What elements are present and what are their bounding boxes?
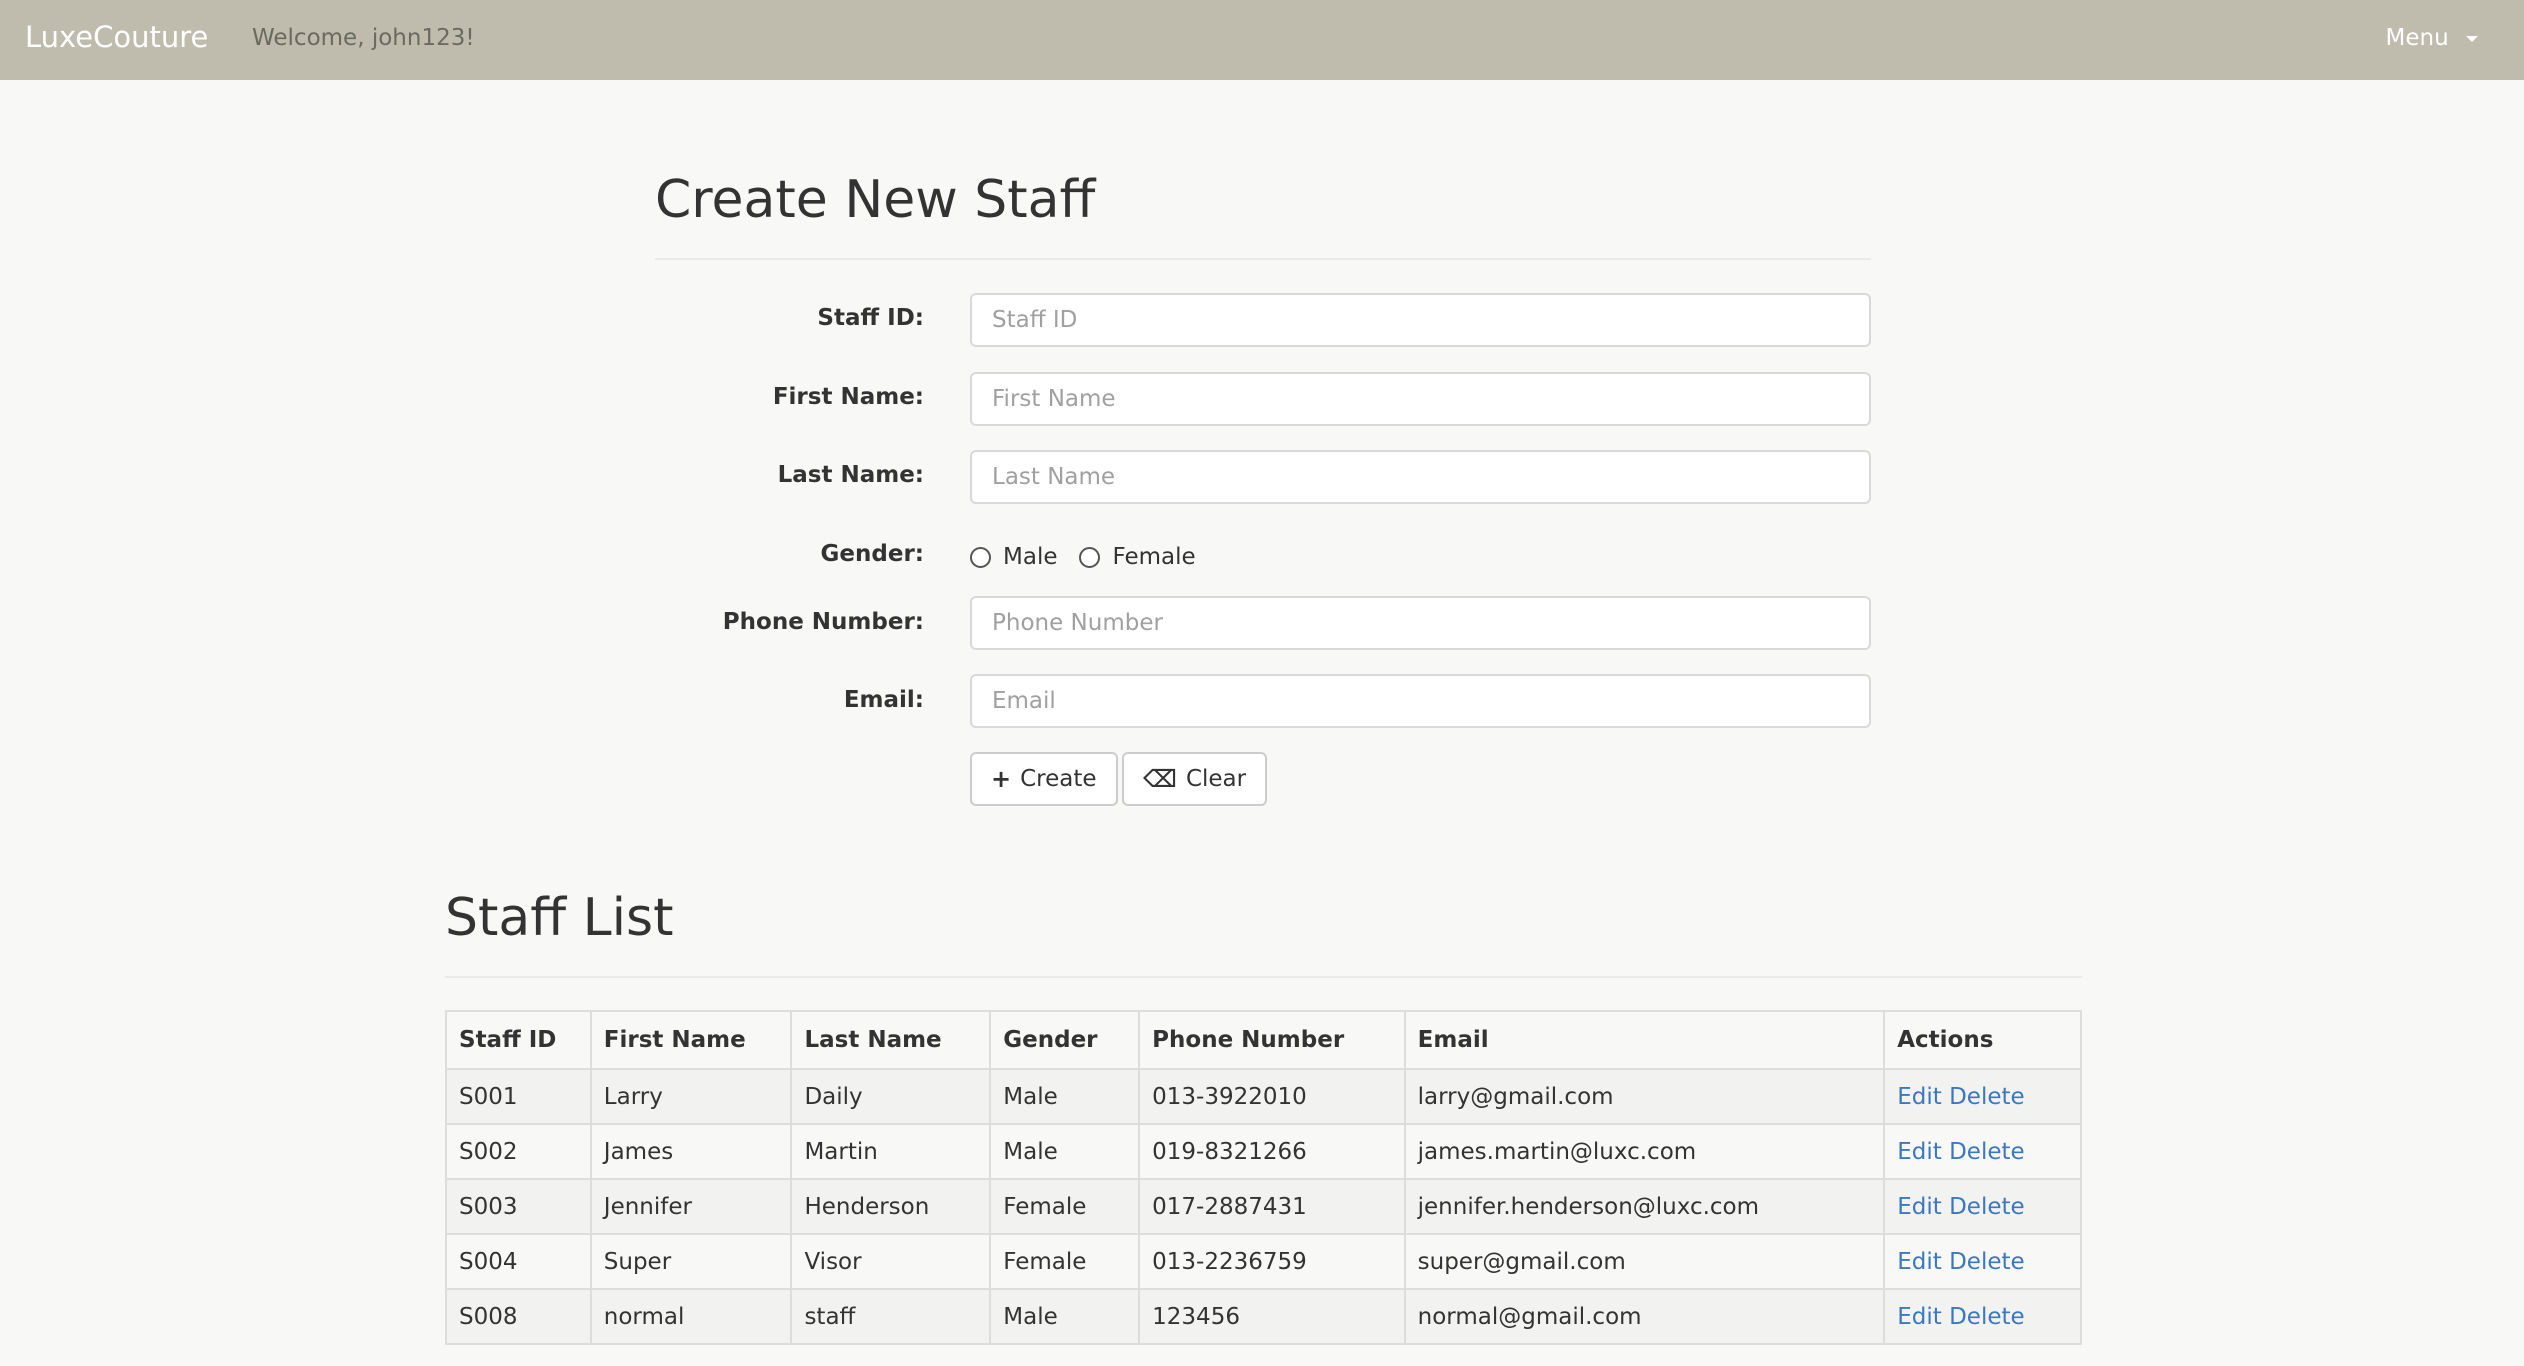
cell-phone: 013-3922010 — [1138, 1068, 1406, 1125]
col-header-last-name: Last Name — [790, 1010, 992, 1070]
edit-link[interactable]: Edit — [1897, 1304, 1942, 1330]
cell-phone: 017-2887431 — [1138, 1178, 1406, 1235]
radio-male-label: Male — [1003, 544, 1058, 570]
last-name-label: Last Name: — [777, 462, 924, 488]
cell-last-name: Henderson — [790, 1178, 992, 1235]
phone-input[interactable] — [970, 596, 1871, 650]
radio-male[interactable] — [970, 546, 991, 568]
cell-gender: Male — [989, 1068, 1141, 1125]
cell-last-name: Visor — [790, 1233, 992, 1290]
phone-label: Phone Number: — [722, 609, 924, 635]
cell-actions: Edit Delete — [1883, 1233, 2082, 1290]
gender-radio-group: Male Female — [970, 541, 1218, 573]
cell-actions: Edit Delete — [1883, 1123, 2082, 1180]
table-header-row: Staff ID First Name Last Name Gender Pho… — [445, 1010, 2082, 1070]
cell-first-name: Super — [589, 1233, 793, 1290]
caret-down-icon — [2466, 35, 2478, 42]
cell-first-name: normal — [589, 1288, 793, 1345]
first-name-input[interactable] — [970, 372, 1871, 426]
first-name-label: First Name: — [772, 384, 924, 410]
staff-id-label: Staff ID: — [817, 305, 924, 331]
cell-email: jennifer.henderson@luxc.com — [1403, 1178, 1886, 1235]
gender-option-female[interactable]: Female — [1079, 544, 1196, 570]
delete-link[interactable]: Delete — [1949, 1304, 2025, 1330]
cell-actions: Edit Delete — [1883, 1178, 2082, 1235]
cell-last-name: Martin — [790, 1123, 992, 1180]
edit-link[interactable]: Edit — [1897, 1084, 1942, 1110]
col-header-gender: Gender — [989, 1010, 1141, 1070]
staff-list-divider — [445, 976, 2082, 978]
staff-list-title: Staff List — [445, 888, 674, 948]
col-header-phone: Phone Number — [1138, 1010, 1406, 1070]
cell-email: normal@gmail.com — [1403, 1288, 1886, 1345]
gender-label: Gender: — [820, 541, 924, 567]
col-header-email: Email — [1403, 1010, 1886, 1070]
delete-link[interactable]: Delete — [1949, 1139, 2025, 1165]
edit-link[interactable]: Edit — [1897, 1139, 1942, 1165]
table-row: S008 normal staff Male 123456 normal@gma… — [445, 1288, 2082, 1345]
cell-staff-id: S002 — [445, 1123, 592, 1180]
clear-button-label: Clear — [1185, 766, 1247, 792]
col-header-actions: Actions — [1883, 1010, 2082, 1070]
cell-last-name: staff — [790, 1288, 992, 1345]
menu-label: Menu — [2385, 25, 2449, 51]
cell-phone: 013-2236759 — [1138, 1233, 1406, 1290]
delete-link[interactable]: Delete — [1949, 1194, 2025, 1220]
staff-id-input[interactable] — [970, 293, 1871, 347]
cell-last-name: Daily — [790, 1068, 992, 1125]
title-divider — [655, 258, 1871, 260]
col-header-first-name: First Name — [589, 1010, 793, 1070]
table-row: S001 Larry Daily Male 013-3922010 larry@… — [445, 1068, 2082, 1125]
email-label: Email: — [843, 687, 924, 713]
cell-email: larry@gmail.com — [1403, 1068, 1886, 1125]
radio-female[interactable] — [1079, 546, 1101, 568]
menu-dropdown[interactable]: Menu — [2386, 25, 2478, 51]
cell-staff-id: S001 — [445, 1068, 592, 1125]
radio-female-label: Female — [1112, 544, 1196, 570]
plus-icon: + — [991, 765, 1012, 793]
edit-link[interactable]: Edit — [1897, 1249, 1942, 1275]
cell-actions: Edit Delete — [1883, 1068, 2082, 1125]
cell-first-name: Jennifer — [589, 1178, 793, 1235]
cell-staff-id: S004 — [445, 1233, 592, 1290]
cell-email: james.martin@luxc.com — [1403, 1123, 1886, 1180]
cell-first-name: Larry — [589, 1068, 793, 1125]
email-input[interactable] — [970, 674, 1871, 728]
create-button[interactable]: + Create — [970, 752, 1118, 806]
table-row: S002 James Martin Male 019-8321266 james… — [445, 1123, 2082, 1180]
cell-gender: Female — [989, 1233, 1141, 1290]
delete-link[interactable]: Delete — [1949, 1249, 2025, 1275]
cell-gender: Male — [989, 1123, 1141, 1180]
brand-logo[interactable]: LuxeCouture — [25, 20, 208, 54]
edit-link[interactable]: Edit — [1897, 1194, 1942, 1220]
cell-first-name: James — [589, 1123, 793, 1180]
cell-staff-id: S003 — [445, 1178, 592, 1235]
cell-gender: Male — [989, 1288, 1141, 1345]
cell-actions: Edit Delete — [1883, 1288, 2082, 1345]
create-staff-title: Create New Staff — [655, 170, 1096, 230]
col-header-staff-id: Staff ID — [445, 1010, 592, 1070]
cell-gender: Female — [989, 1178, 1141, 1235]
table-row: S004 Super Visor Female 013-2236759 supe… — [445, 1233, 2082, 1290]
staff-table: Staff ID First Name Last Name Gender Pho… — [445, 1010, 2082, 1345]
eraser-icon: ⌫ — [1143, 765, 1177, 793]
cell-phone: 019-8321266 — [1138, 1123, 1406, 1180]
clear-button[interactable]: ⌫ Clear — [1122, 752, 1268, 806]
cell-email: super@gmail.com — [1403, 1233, 1886, 1290]
cell-staff-id: S008 — [445, 1288, 592, 1345]
cell-phone: 123456 — [1138, 1288, 1406, 1345]
delete-link[interactable]: Delete — [1949, 1084, 2025, 1110]
table-row: S003 Jennifer Henderson Female 017-28874… — [445, 1178, 2082, 1235]
welcome-text: Welcome, john123! — [252, 25, 475, 51]
top-navbar: LuxeCouture Welcome, john123! Menu — [0, 0, 2524, 80]
last-name-input[interactable] — [970, 450, 1871, 504]
create-button-label: Create — [1020, 766, 1097, 792]
gender-option-male[interactable]: Male — [970, 544, 1057, 570]
